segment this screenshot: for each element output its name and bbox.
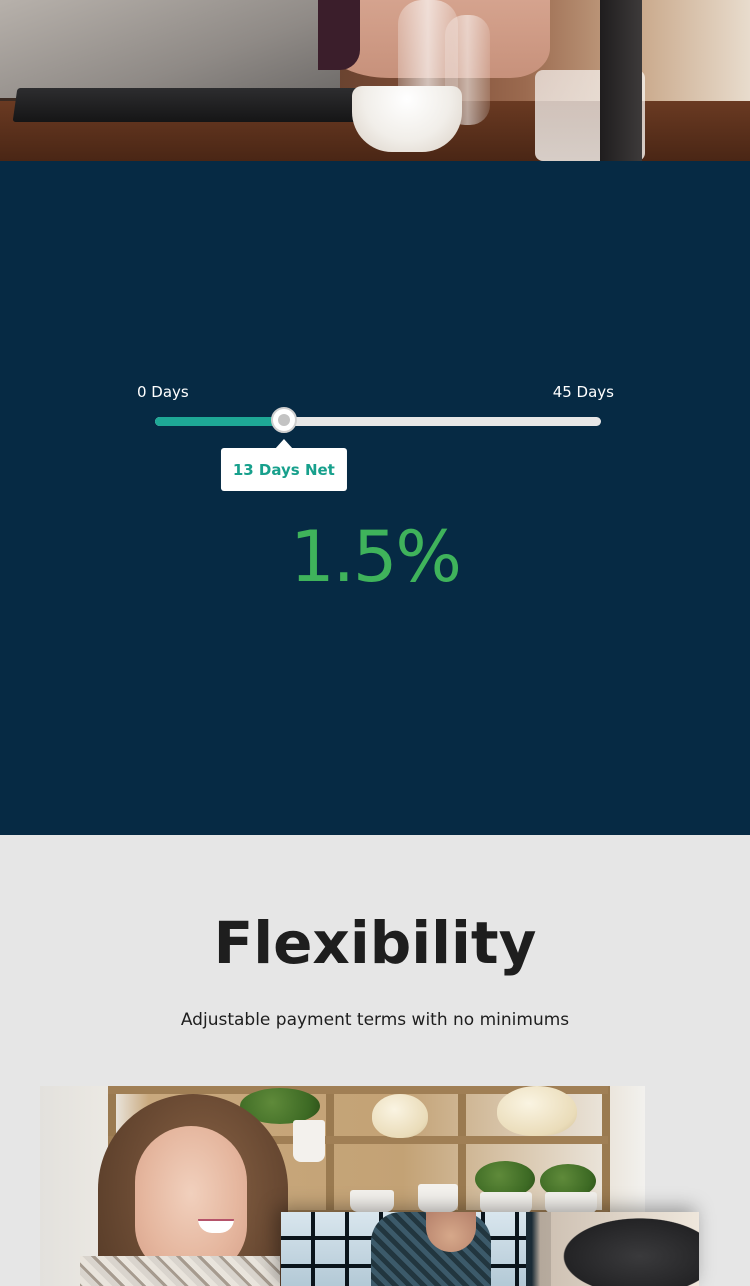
tooltip-text: 13 Days Net (232, 460, 335, 479)
woman-face (135, 1126, 247, 1276)
person-sleeve (318, 0, 360, 70)
coffee-cup (352, 86, 462, 152)
slider-max-label: 45 Days (552, 383, 614, 401)
woman-shirt (80, 1256, 280, 1286)
laptop-screen (0, 0, 340, 98)
slider-min-label: 0 Days (137, 383, 189, 401)
slider-fill (155, 417, 284, 426)
hero-photo (0, 0, 750, 161)
pot (293, 1120, 325, 1162)
slider-value-tooltip: 13 Days Net (220, 439, 347, 491)
pot (480, 1192, 532, 1214)
man-office-photo (281, 1212, 699, 1286)
pot (418, 1184, 458, 1212)
section-title: Flexibility (213, 909, 537, 977)
laptop-base (12, 88, 368, 122)
dark-object (600, 0, 642, 161)
payment-terms-slider-track[interactable] (155, 417, 601, 426)
pot (545, 1192, 597, 1214)
discount-rate: 1.5% (290, 516, 462, 598)
pot (350, 1190, 394, 1212)
section-subtitle: Adjustable payment terms with no minimum… (180, 1010, 570, 1030)
second-person (551, 1212, 699, 1286)
slider-thumb-dot (277, 414, 290, 426)
vase (372, 1094, 428, 1138)
flexibility-section: Flexibility Adjustable payment terms wit… (0, 835, 750, 1286)
discount-calculator: 0 Days 45 Days 13 Days Net 1.5% (0, 161, 750, 835)
vase (497, 1086, 577, 1136)
slider-thumb[interactable] (270, 407, 297, 433)
